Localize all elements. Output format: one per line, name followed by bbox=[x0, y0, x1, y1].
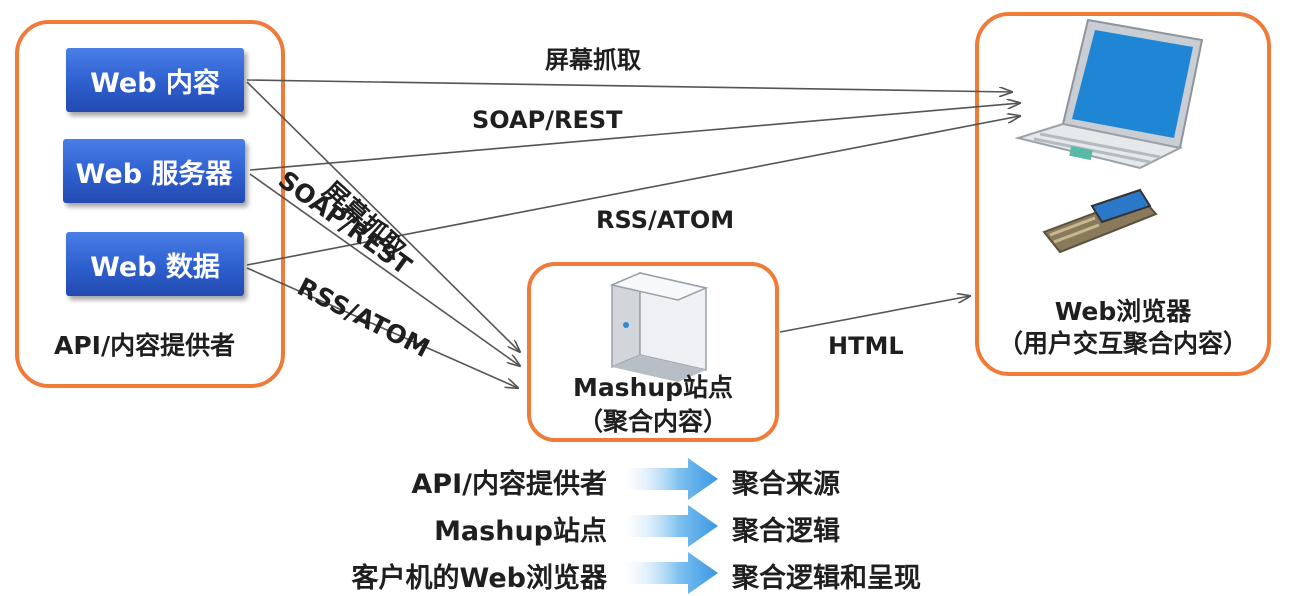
label-screen-scrape-top: 屏幕抓取 bbox=[545, 46, 641, 74]
legend-right-1: 聚合来源 bbox=[732, 469, 840, 500]
legend-arrow-1 bbox=[622, 458, 718, 500]
legend-left-1: API/内容提供者 bbox=[411, 469, 607, 500]
arrow-content-browser bbox=[246, 79, 1012, 92]
legend-arrow-3 bbox=[622, 552, 718, 594]
legend-right-2: 聚合逻辑 bbox=[732, 516, 840, 547]
browser-name: Web浏览器 bbox=[1054, 297, 1192, 326]
mashup-subtitle: （聚合内容） bbox=[577, 407, 728, 436]
label-html: HTML bbox=[828, 332, 904, 360]
laptop-icon bbox=[1014, 18, 1204, 170]
mashup-name: Mashup站点 bbox=[572, 373, 734, 402]
legend-left-3: 客户机的Web浏览器 bbox=[351, 563, 607, 594]
label-rss-atom-top: RSS/ATOM bbox=[596, 206, 735, 234]
browser-subtitle: （用户交互聚合内容） bbox=[997, 329, 1248, 358]
legend-arrow-2 bbox=[622, 505, 718, 547]
arrow-mashup-browser bbox=[779, 296, 970, 333]
legend-left-2: Mashup站点 bbox=[434, 516, 607, 547]
label-soap-rest-top: SOAP/REST bbox=[472, 106, 623, 134]
phone-icon bbox=[1042, 188, 1158, 254]
server-icon bbox=[609, 271, 709, 382]
arrow-server-browser bbox=[249, 103, 1020, 171]
legend-arrows bbox=[622, 458, 718, 594]
legend-right-3: 聚合逻辑和呈现 bbox=[732, 563, 921, 594]
